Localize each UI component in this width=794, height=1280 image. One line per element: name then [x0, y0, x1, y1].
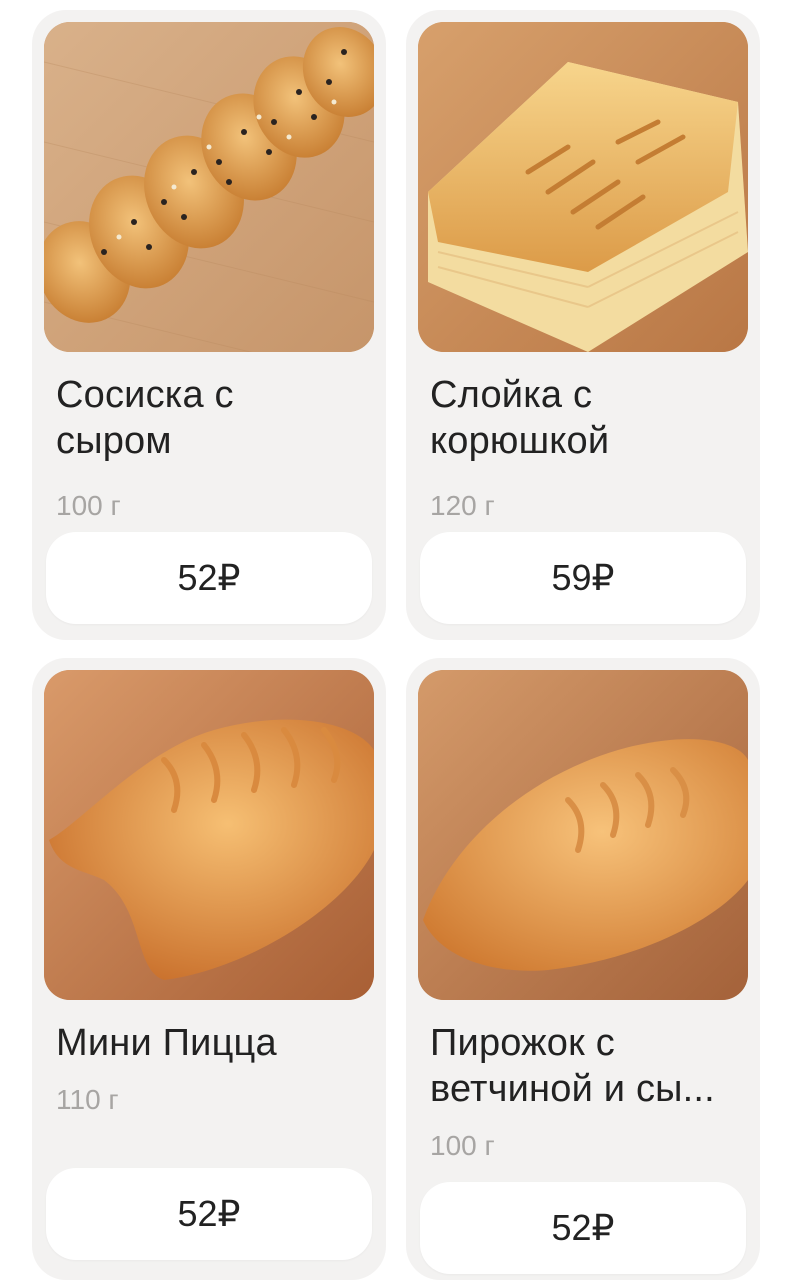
product-weight: 100 г	[56, 490, 121, 521]
puff-pastry-photo[interactable]	[418, 22, 748, 352]
product-weight: 110 г	[56, 1084, 119, 1115]
puff-pastry-image	[418, 22, 748, 352]
product-grid: Сосиска с сыром 100 г 52₽ Слойка с корюш…	[0, 0, 794, 1280]
pie-image	[44, 670, 374, 1000]
product-title: Слойка с корюшкой	[430, 374, 610, 462]
product-weight: 120 г	[430, 490, 495, 521]
product-title: Сосиска с сыром	[56, 374, 234, 462]
add-to-cart-price-button[interactable]: 52₽	[46, 532, 372, 624]
pirozhok-image	[418, 670, 748, 1000]
product-title: Мини Пицца	[56, 1022, 277, 1064]
product-card[interactable]: Слойка с корюшкой 120 г 59₽	[406, 10, 760, 640]
add-to-cart-price-button[interactable]: 59₽	[420, 532, 746, 624]
pirozhok-photo[interactable]	[418, 670, 748, 1000]
product-card[interactable]: Пирожок с ветчиной и сы... 100 г 52₽	[406, 658, 760, 1280]
add-to-cart-price-button[interactable]: 52₽	[420, 1182, 746, 1274]
product-card[interactable]: Сосиска с сыром 100 г 52₽	[32, 10, 386, 640]
product-card[interactable]: Мини Пицца 110 г 52₽	[32, 658, 386, 1280]
sausage-braid-image	[44, 22, 374, 352]
sausage-braid-photo[interactable]	[44, 22, 374, 352]
product-title: Пирожок с ветчиной и сы...	[430, 1022, 715, 1110]
add-to-cart-price-button[interactable]: 52₽	[46, 1168, 372, 1260]
product-weight: 100 г	[430, 1130, 495, 1161]
pie-photo[interactable]	[44, 670, 374, 1000]
